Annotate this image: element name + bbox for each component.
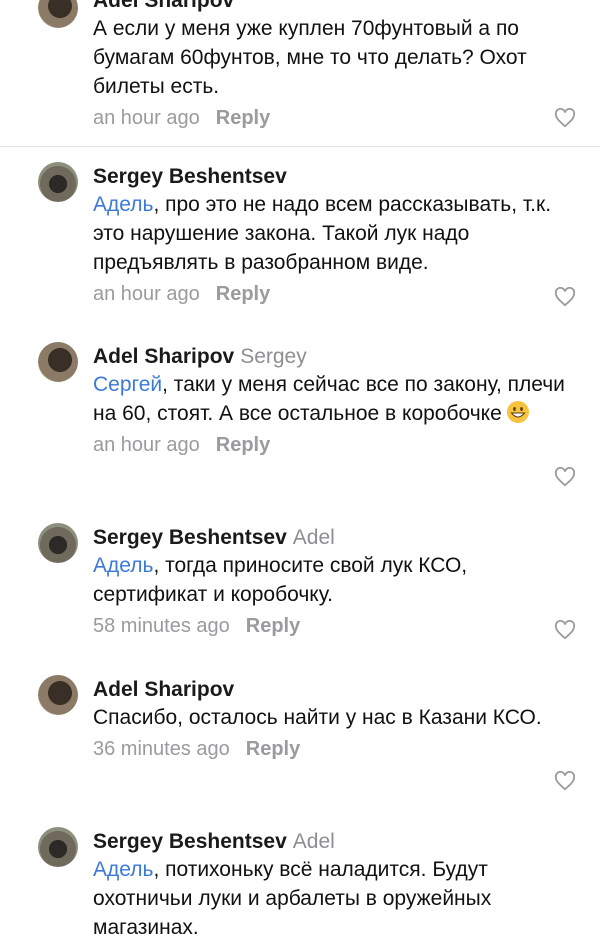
mention-link[interactable]: Адель (93, 554, 153, 577)
comment-item: Sergey Beshentsev Adel Адель, тогда прино… (0, 521, 600, 651)
comment-text: Спасибо, осталось найти у нас в Казани К… (93, 706, 542, 729)
comment-divider (0, 146, 600, 147)
avatar[interactable] (38, 523, 78, 563)
comment-text: Адель, про это не надо всем рассказывать… (93, 193, 552, 274)
mention-link[interactable]: Адель (93, 193, 153, 216)
like-heart-icon[interactable] (554, 467, 576, 487)
like-heart-icon[interactable] (554, 287, 576, 307)
comment-item: Adel Sharipov Спасибо, осталось найти у … (0, 673, 600, 803)
comment-text: А если у меня уже куплен 70фунтовый а по… (93, 17, 527, 98)
comment-time: 58 minutes ago (93, 615, 230, 637)
avatar[interactable] (38, 827, 78, 867)
comment-author[interactable]: Sergey Beshentsev (93, 830, 287, 853)
avatar[interactable] (38, 0, 78, 28)
comment-time: an hour ago (93, 434, 200, 456)
comment-time: an hour ago (93, 107, 200, 129)
reply-button[interactable]: Reply (216, 434, 270, 456)
comment-text: Сергей, таки у меня сейчас все по закону… (93, 373, 565, 425)
reply-button[interactable]: Reply (216, 283, 270, 305)
comment-item: Sergey Beshentsev Adel Адель, потихоньку … (0, 825, 600, 934)
comment-item: Adel Sharipov Sergey Сергей, таки у меня … (0, 340, 600, 500)
reply-to-name[interactable]: Adel (293, 830, 335, 853)
reply-button[interactable]: Reply (246, 738, 300, 760)
comment-item: Sergey Beshentsev Адель, про это не надо… (0, 160, 600, 320)
comment-item: Adel Sharipov А если у меня уже куплен 7… (0, 0, 600, 138)
like-heart-icon[interactable] (554, 771, 576, 791)
reply-button[interactable]: Reply (246, 615, 300, 637)
mention-link[interactable]: Сергей (93, 373, 162, 396)
comment-author[interactable]: Sergey Beshentsev (93, 165, 287, 188)
comment-text: Адель, тогда приносите свой лук КСО, сер… (93, 554, 468, 606)
grinning-face-emoji-icon (506, 401, 529, 423)
mention-link[interactable]: Адель (93, 858, 153, 881)
avatar[interactable] (38, 342, 78, 382)
comment-author[interactable]: Adel Sharipov (93, 0, 234, 12)
comment-author[interactable]: Sergey Beshentsev (93, 526, 287, 549)
reply-to-name[interactable]: Sergey (240, 345, 307, 368)
comment-author[interactable]: Adel Sharipov (93, 678, 234, 701)
like-heart-icon[interactable] (554, 620, 576, 640)
avatar[interactable] (38, 162, 78, 202)
comment-text: Адель, потихоньку всё наладится. Будут о… (93, 858, 492, 934)
comment-time: an hour ago (93, 283, 200, 305)
avatar[interactable] (38, 675, 78, 715)
reply-to-name[interactable]: Adel (293, 526, 335, 549)
comment-time: 36 minutes ago (93, 738, 230, 760)
reply-button[interactable]: Reply (216, 107, 270, 129)
like-heart-icon[interactable] (554, 108, 576, 128)
comment-author[interactable]: Adel Sharipov (93, 345, 234, 368)
